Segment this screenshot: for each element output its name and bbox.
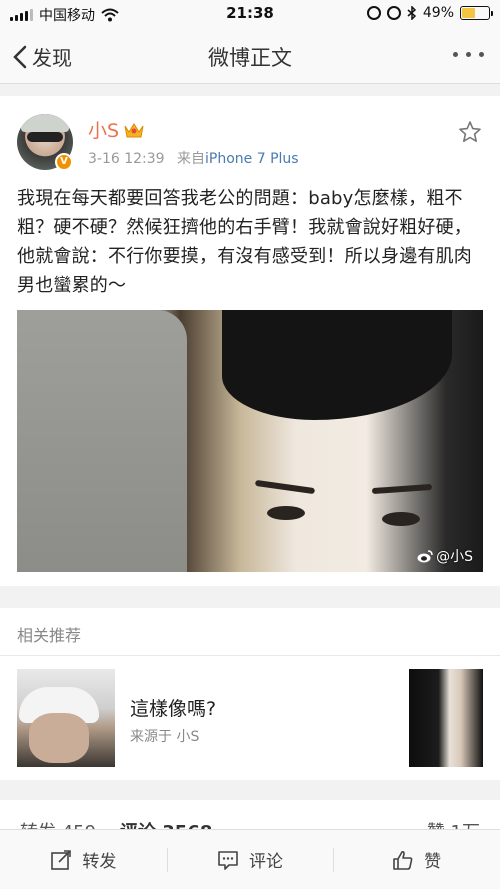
dot-icon bbox=[466, 52, 471, 57]
image-figure bbox=[17, 310, 187, 572]
related-item[interactable]: 這樣像嗎? 来源于 小S bbox=[0, 656, 500, 780]
nav-bar: 发现 微博正文 bbox=[0, 28, 500, 84]
status-bar: 中国移动 21:38 49% bbox=[0, 0, 500, 28]
image-figure bbox=[254, 479, 316, 495]
comment-button[interactable]: 评论 bbox=[166, 830, 334, 889]
bottom-toolbar: 转发 评论 赞 bbox=[0, 829, 500, 889]
related-source: 来源于 小S bbox=[130, 729, 200, 745]
post-image[interactable]: @小S bbox=[17, 310, 483, 572]
related-section-header: 相关推荐 bbox=[0, 608, 500, 656]
repost-button[interactable]: 转发 bbox=[0, 830, 167, 889]
post-source[interactable]: iPhone 7 Plus bbox=[205, 151, 299, 167]
comment-label: 评论 bbox=[249, 852, 283, 872]
post-text: 我現在每天都要回答我老公的問題：baby怎麼樣，粗不粗？硬不硬？然候狂擠他的右手… bbox=[17, 188, 472, 296]
image-figure bbox=[371, 483, 433, 495]
post-card: V 小S 3-16 12:39 来自iPhone 7 Plus 我現在每天都要回… bbox=[0, 96, 500, 586]
author[interactable]: 小S bbox=[88, 116, 145, 143]
bluetooth-icon bbox=[407, 6, 416, 20]
image-watermark: @小S bbox=[417, 546, 473, 566]
dot-icon bbox=[453, 52, 458, 57]
post-meta: 3-16 12:39 来自iPhone 7 Plus bbox=[88, 148, 299, 168]
crown-icon bbox=[124, 122, 144, 137]
author-name[interactable]: 小S bbox=[88, 116, 119, 143]
battery-percent: 49% bbox=[422, 5, 454, 21]
counts-row: 转发 459 评论 3568 赞 1万 bbox=[0, 800, 500, 830]
like-label: 赞 bbox=[424, 852, 442, 872]
weibo-logo-icon bbox=[417, 550, 433, 563]
source-prefix: 来自 bbox=[177, 151, 206, 167]
comment-icon bbox=[218, 850, 238, 870]
related-thumbnail[interactable] bbox=[17, 669, 115, 767]
alarm-icon bbox=[386, 6, 401, 20]
related-title[interactable]: 這樣像嗎? bbox=[130, 694, 216, 721]
image-figure bbox=[222, 310, 452, 420]
more-options-button[interactable] bbox=[453, 52, 484, 57]
page-title: 微博正文 bbox=[208, 46, 292, 70]
repost-icon bbox=[51, 849, 72, 870]
star-icon[interactable] bbox=[458, 120, 482, 144]
thumbs-up-icon bbox=[393, 850, 413, 870]
related-header-label: 相关推荐 bbox=[17, 626, 82, 645]
post-time: 3-16 12:39 bbox=[88, 151, 165, 167]
battery-icon bbox=[460, 6, 493, 20]
dot-icon bbox=[479, 52, 484, 57]
thumbnail-figure bbox=[29, 713, 89, 763]
image-figure bbox=[382, 512, 420, 526]
verified-badge-icon: V bbox=[55, 153, 73, 171]
related-video-thumbnail[interactable] bbox=[409, 669, 483, 767]
battery-fill bbox=[462, 8, 475, 18]
like-button[interactable]: 赞 bbox=[333, 830, 500, 889]
image-figure bbox=[267, 506, 305, 520]
rotation-lock-icon bbox=[366, 6, 381, 20]
watermark-text: @小S bbox=[436, 549, 473, 565]
avatar-hat bbox=[21, 114, 69, 132]
avatar-glasses bbox=[27, 132, 63, 142]
repost-label: 转发 bbox=[82, 852, 117, 872]
